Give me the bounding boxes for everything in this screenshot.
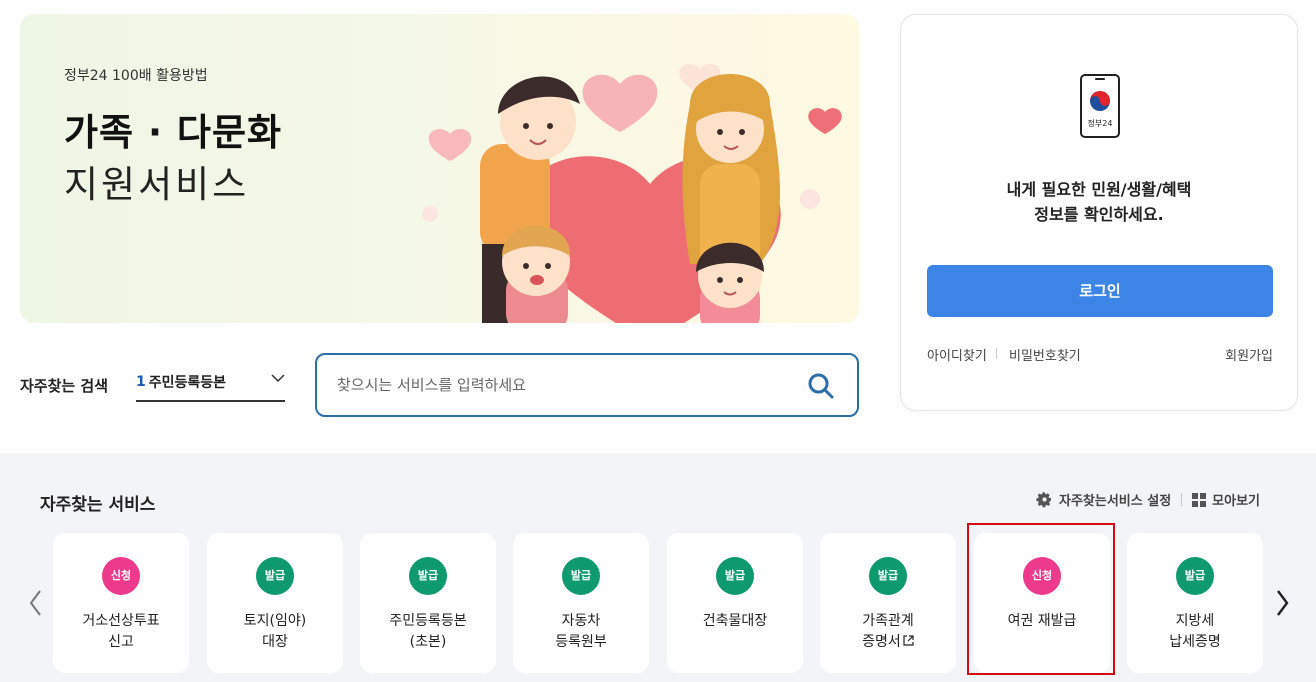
service-badge: 발급 [716,557,754,595]
prev-arrow-icon[interactable] [26,588,46,618]
service-card-building-register[interactable]: 발급건축물대장 [667,533,803,673]
frequent-search-value: 주민등록등본 [148,375,227,391]
find-password-link[interactable]: 비밀번호찾기 [1009,345,1081,364]
service-card-local-tax-certificate[interactable]: 발급지방세 납세증명 [1127,533,1263,673]
service-label: 토지(임야) 대장 [243,613,307,650]
search-box [315,353,859,417]
service-label: 지방세 납세증명 [1169,613,1221,650]
service-badge: 발급 [256,557,294,595]
service-label: 거소선상투표 신고 [82,613,160,650]
promo-banner[interactable]: 정부24 100배 활용방법 가족 · 다문화 지원서비스 [20,14,859,323]
service-badge: 발급 [1176,557,1214,595]
link-divider [996,348,997,359]
view-all-button[interactable]: 모아보기 [1192,490,1260,509]
services-settings-button[interactable]: 자주찾는서비스 설정 [1036,490,1171,509]
service-card-land-register[interactable]: 발급토지(임야) 대장 [207,533,343,673]
frequent-services-tools: 자주찾는서비스 설정 모아보기 [1036,490,1260,509]
family-illustration [422,63,842,323]
highlight-frame [967,523,1115,675]
service-card-resident-registration[interactable]: 발급주민등록등본 (초본) [360,533,496,673]
next-arrow-icon[interactable] [1272,588,1292,618]
gear-icon [1036,492,1051,508]
service-card-family-certificate[interactable]: 발급가족관계 증명서 [820,533,956,673]
service-card-vehicle-registry[interactable]: 발급자동차 등록원부 [513,533,649,673]
service-card-absentee-vote[interactable]: 신청거소선상투표 신고 [53,533,189,673]
service-label: 자동차 등록원부 [555,613,607,650]
banner-title: 가족 · 다문화 [64,111,283,154]
frequent-services-title: 자주찾는 서비스 [40,495,156,515]
banner-subtitle: 지원서비스 [64,163,250,206]
tools-divider [1181,493,1183,506]
login-button[interactable]: 로그인 [927,265,1273,317]
frequent-services-section: 자주찾는 서비스 자주찾는서비스 설정 모아보기 신청 거소선상투표 신고 발급 토지(… [0,453,1316,682]
login-message: 내게 필요한 민원/생활/혜택 정보를 확인하세요. [1006,180,1192,224]
service-badge: 신청 [102,557,140,595]
grid-icon [1192,492,1207,507]
service-label: 건축물대장 [702,613,768,629]
frequent-search-label: 자주찾는 검색 [20,377,109,395]
search-input[interactable] [337,369,777,401]
service-badge: 발급 [562,557,600,595]
login-card: 정부24 내게 필요한 민원/생활/혜택 정보를 확인하세요. 로그인 아이디찾… [900,14,1298,411]
view-all-label: 모아보기 [1212,494,1260,509]
frequent-search-dropdown[interactable]: 1 주민등록등본 [136,364,285,402]
banner-kicker: 정부24 100배 활용방법 [64,68,208,84]
signup-link[interactable]: 회원가입 [1225,345,1273,364]
chevron-down-icon [271,374,285,383]
service-label: 가족관계 증명서 [862,613,914,650]
app-icon-label: 정부24 [1088,118,1113,128]
service-badge: 발급 [409,557,447,595]
search-icon[interactable] [807,372,835,400]
gov24-app-icon: 정부24 [1080,74,1120,138]
find-id-link[interactable]: 아이디찾기 [927,345,987,364]
service-badge: 발급 [869,557,907,595]
services-settings-label: 자주찾는서비스 설정 [1058,494,1172,509]
frequent-search-rank: 1 [136,374,146,390]
external-link-icon [903,635,914,646]
service-label: 주민등록등본 (초본) [389,613,467,650]
